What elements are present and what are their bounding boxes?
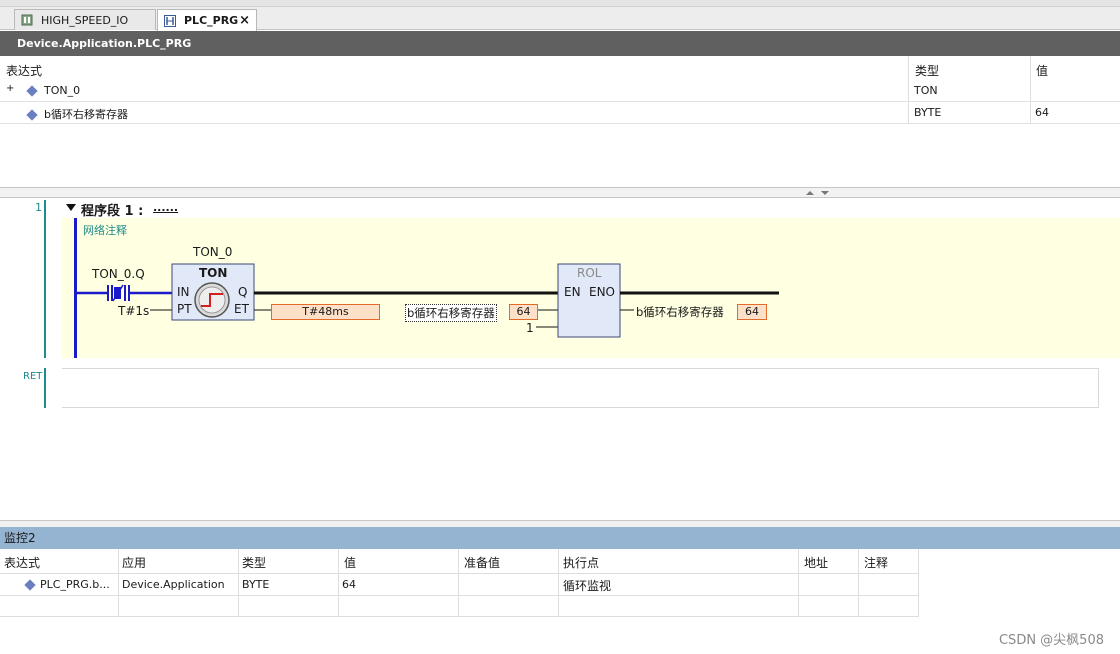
rol-input-value[interactable]: 64 [509,304,538,320]
rol-block-type: ROL [577,266,602,280]
tab-bar: HIGH_SPEED_IO PLC_PRG × [0,7,1120,31]
rol-pin-en: EN [564,285,581,299]
watch-header-comment[interactable]: 注释 [864,554,888,571]
watch-value: 64 [342,578,356,591]
variable-name-text: b循环右移寄存器 [44,108,128,121]
column-divider [338,549,339,617]
watch-exec-point: 循环监视 [563,579,612,593]
column-divider [918,549,919,617]
watch-expression[interactable]: PLC_PRG.b... [24,578,110,591]
header-expression[interactable]: 表达式 [6,62,42,79]
watch-header-type[interactable]: 类型 [242,554,266,571]
top-strip [0,0,1120,7]
tab-high-speed-io[interactable]: HIGH_SPEED_IO [14,9,156,30]
column-divider [558,549,559,617]
power-rail [74,218,77,358]
rol-shift-count[interactable]: 1 [526,321,534,335]
ton-pin-et: ET [234,302,249,316]
pt-value[interactable]: T#1s [118,304,149,318]
ret-label: RET [23,371,43,382]
ton-block-type: TON [199,266,228,280]
variable-name-text: TON_0 [44,84,81,97]
watch-panel-title: 监控2 [0,527,1120,549]
rol-pin-eno: ENO [589,285,616,299]
variable-type: TON [914,84,938,97]
watch-header-prepared[interactable]: 准备值 [464,554,500,571]
column-divider [118,549,119,617]
variable-icon [26,85,38,97]
contact-variable[interactable]: TON_0.Q [92,267,145,281]
variable-icon [26,109,38,121]
pane-splitter[interactable] [0,187,1120,198]
column-divider [238,549,239,617]
et-online-value[interactable]: T#48ms [271,304,380,320]
declaration-row[interactable]: b循环右移寄存器 BYTE 64 [0,102,1120,124]
tab-label: PLC_PRG [184,14,239,27]
ladder-program-icon [164,14,176,27]
ret-gutter [44,368,46,408]
rol-output-variable[interactable]: b循环右移寄存器 [636,304,724,320]
watch-header-exec-point[interactable]: 执行点 [563,554,599,571]
watch-splitter[interactable] [0,520,1120,527]
variable-icon [24,579,36,591]
rol-input-variable[interactable]: b循环右移寄存器 [405,304,497,322]
header-value[interactable]: 值 [1036,62,1048,79]
watch-header-expression[interactable]: 表达式 [4,554,40,571]
watch-application: Device.Application [122,578,225,591]
ret-network[interactable] [62,368,1099,408]
ladder-diagram [74,218,779,358]
io-config-icon [21,14,33,26]
tab-plc-prg[interactable]: PLC_PRG × [157,9,257,31]
variable-name: b循环右移寄存器 [26,106,128,122]
variable-name: TON_0 [26,84,81,97]
row-divider [0,616,918,617]
declaration-row[interactable]: + TON_0 TON [0,80,1120,102]
column-divider [458,549,459,617]
header-type[interactable]: 类型 [915,62,939,79]
watermark: CSDN @尖枫508 [998,633,1104,648]
watch-header-value[interactable]: 值 [344,554,356,571]
editor-title: Device.Application.PLC_PRG [0,31,1120,56]
variable-value: 64 [1035,106,1049,119]
ton-pin-in: IN [177,285,190,299]
row-divider [0,573,918,574]
tab-label: HIGH_SPEED_IO [41,13,129,27]
ton-instance-name[interactable]: TON_0 [193,245,232,259]
rol-output-value[interactable]: 64 [737,304,767,320]
close-tab-icon[interactable]: × [239,13,250,28]
watch-expression-text: PLC_PRG.b... [40,578,110,591]
collapse-arrows-icon[interactable] [804,190,832,197]
ton-pin-q: Q [238,285,248,299]
variable-type: BYTE [914,106,942,119]
watch-header-application[interactable]: 应用 [122,554,146,571]
ton-pin-pt: PT [177,302,192,316]
watch-table: 表达式 应用 类型 值 准备值 执行点 地址 注释 PLC_PRG.b... D… [0,549,919,617]
watch-type: BYTE [242,578,270,591]
watch-header-address[interactable]: 地址 [804,554,828,571]
expand-icon[interactable]: + [6,83,14,94]
ladder-editor[interactable]: 1 程序段 1 : ...... 网络注释 TON_0.Q T#1s TON_0… [0,198,1120,520]
column-divider [858,549,859,617]
declaration-table: 表达式 类型 值 + TON_0 TON b循环右移寄存器 BYTE 64 [0,56,1120,188]
row-divider [0,595,918,596]
column-divider [798,549,799,617]
